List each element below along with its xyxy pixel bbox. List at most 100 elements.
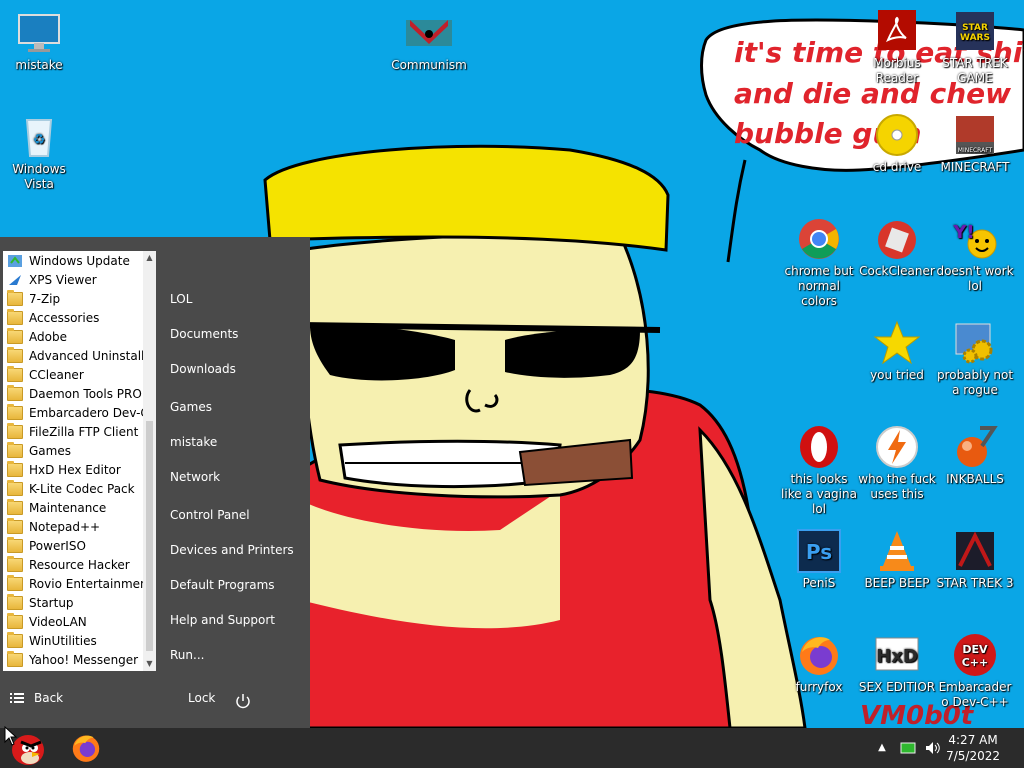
ccleaner-icon bbox=[874, 216, 920, 262]
desktop-icon-morbius-reader[interactable]: Morbius Reader bbox=[858, 8, 936, 86]
desktop-icon-label: who the fuck uses this bbox=[858, 472, 936, 501]
program-item[interactable]: CCleaner bbox=[3, 365, 143, 384]
taskbar: ▲ 4:27 AM 7/5/2022 bbox=[0, 728, 1024, 768]
desktop-icon-dev-cpp[interactable]: DEV C++ Embarcadero Dev-C++ bbox=[936, 632, 1014, 710]
folder-icon bbox=[7, 536, 23, 553]
program-item[interactable]: Maintenance bbox=[3, 498, 143, 517]
programs-scrollbar[interactable]: ▲ ▼ bbox=[143, 251, 156, 671]
desktop-icon-communism[interactable]: Communism bbox=[390, 10, 468, 73]
program-item[interactable]: Accessories bbox=[3, 308, 143, 327]
program-item[interactable]: Rovio Entertainment bbox=[3, 574, 143, 593]
desktop-icon-label: CockCleaner bbox=[859, 264, 935, 278]
power-icon[interactable] bbox=[234, 692, 252, 710]
folder-icon bbox=[7, 365, 23, 382]
desktop-icon-chrome[interactable]: chrome but normal colors bbox=[780, 216, 858, 309]
start-link-run[interactable]: Run... bbox=[170, 648, 204, 662]
desktop-icon-label: furryfox bbox=[795, 680, 843, 694]
program-item-label: VideoLAN bbox=[29, 614, 87, 629]
volume-icon[interactable] bbox=[924, 740, 940, 756]
program-item[interactable]: XPS Viewer bbox=[3, 270, 143, 289]
system-clock[interactable]: 4:27 AM 7/5/2022 bbox=[946, 732, 1000, 764]
start-link-downloads[interactable]: Downloads bbox=[170, 362, 236, 376]
svg-text:Y!: Y! bbox=[952, 222, 974, 243]
desktop-icon-label: STAR TREK GAME bbox=[942, 56, 1008, 85]
program-item[interactable]: WinUtilities bbox=[3, 631, 143, 650]
folder-icon bbox=[7, 308, 23, 325]
desktop-icon-probably-not-a-rogue[interactable]: probably not a rogue bbox=[936, 320, 1014, 398]
start-link-lol[interactable]: LOL bbox=[170, 292, 192, 306]
desktop-icon-star-trek-game[interactable]: STAR WARS STAR TREK GAME bbox=[936, 8, 1014, 86]
program-item[interactable]: Advanced Uninstaller bbox=[3, 346, 143, 365]
start-link-help-and-support[interactable]: Help and Support bbox=[170, 613, 275, 627]
folder-icon bbox=[7, 384, 23, 401]
desktop-icon-inkballs[interactable]: INKBALLS bbox=[936, 424, 1014, 487]
program-item[interactable]: FileZilla FTP Client bbox=[3, 422, 143, 441]
program-items: Windows Update XPS Viewer 7-Zip Accessories… bbox=[3, 251, 143, 671]
start-link-mistake[interactable]: mistake bbox=[170, 435, 217, 449]
desktop-icon-doesnt-work[interactable]: Y! doesn't work lol bbox=[936, 216, 1014, 294]
star-wars-game-icon: STAR WARS bbox=[952, 8, 998, 54]
folder-icon bbox=[7, 403, 23, 420]
desktop-icon-penis[interactable]: Ps PeniS bbox=[780, 528, 858, 591]
program-item-label: K-Lite Codec Pack bbox=[29, 481, 135, 496]
desktop-icon-cockcleaner[interactable]: CockCleaner bbox=[858, 216, 936, 279]
program-item[interactable]: VideoLAN bbox=[3, 612, 143, 631]
clock-date: 7/5/2022 bbox=[946, 749, 1000, 763]
folder-icon bbox=[7, 289, 23, 306]
desktop-icon-avast[interactable]: who the fuck uses this bbox=[858, 424, 936, 502]
start-link-control-panel[interactable]: Control Panel bbox=[170, 508, 250, 522]
program-item[interactable]: Startup bbox=[3, 593, 143, 612]
svg-text:C++: C++ bbox=[962, 656, 989, 669]
firefox-icon bbox=[796, 632, 842, 678]
desktop-icon-star-trek-3[interactable]: STAR TREK 3 bbox=[936, 528, 1014, 591]
program-item-label: PowerISO bbox=[29, 538, 86, 553]
program-item[interactable]: HxD Hex Editor bbox=[3, 460, 143, 479]
start-link-documents[interactable]: Documents bbox=[170, 327, 238, 341]
scroll-up-arrow-icon[interactable]: ▲ bbox=[143, 251, 156, 265]
program-item[interactable]: Resource Hacker bbox=[3, 555, 143, 574]
windows-update-icon bbox=[7, 254, 23, 268]
firefox-icon[interactable] bbox=[70, 732, 102, 764]
program-item[interactable]: Yahoo! Messenger bbox=[3, 650, 143, 669]
desktop-icon-opera[interactable]: this looks like a vagina lol bbox=[780, 424, 858, 517]
start-link-devices-and-printers[interactable]: Devices and Printers bbox=[170, 543, 294, 557]
start-link-default-programs[interactable]: Default Programs bbox=[170, 578, 275, 592]
program-item[interactable]: Adobe bbox=[3, 327, 143, 346]
program-item[interactable]: Windows Update bbox=[3, 251, 143, 270]
scrollbar-thumb[interactable] bbox=[146, 421, 153, 651]
desktop-icon-beep-beep[interactable]: BEEP BEEP bbox=[858, 528, 936, 591]
network-icon[interactable] bbox=[900, 740, 916, 756]
program-item[interactable]: Notepad++ bbox=[3, 517, 143, 536]
folder-icon bbox=[7, 555, 23, 572]
star-icon bbox=[874, 320, 920, 366]
xps-viewer-icon bbox=[7, 273, 23, 287]
desktop-icon-label: SEX EDITIOR bbox=[858, 680, 936, 694]
desktop-icon-mistake[interactable]: mistake bbox=[0, 10, 78, 73]
folder-icon bbox=[7, 346, 23, 363]
desktop-icon-minecraft[interactable]: MINECRAFT MINECRAFT bbox=[936, 112, 1014, 175]
desktop-icon-sex-editior[interactable]: HxD SEX EDITIOR bbox=[858, 632, 936, 695]
desktop-icon-label: Morbius Reader bbox=[873, 56, 921, 85]
desktop-icon-windows-vista[interactable]: ♻ Windows Vista bbox=[0, 114, 78, 192]
program-item-label: WinUtilities bbox=[29, 633, 97, 648]
program-item[interactable]: PowerISO bbox=[3, 536, 143, 555]
program-item[interactable]: Embarcadero Dev-C+ bbox=[3, 403, 143, 422]
start-link-games[interactable]: Games bbox=[170, 400, 212, 414]
program-item[interactable]: 7-Zip bbox=[3, 289, 143, 308]
program-item[interactable]: Games bbox=[3, 441, 143, 460]
start-link-network[interactable]: Network bbox=[170, 470, 220, 484]
desktop-icon-label: you tried bbox=[870, 368, 924, 382]
program-item[interactable]: K-Lite Codec Pack bbox=[3, 479, 143, 498]
lock-button[interactable]: Lock bbox=[188, 691, 215, 705]
program-item[interactable]: Daemon Tools PRO bbox=[3, 384, 143, 403]
desktop-icon-label: chrome but normal colors bbox=[784, 264, 854, 308]
desktop-icon-furryfox[interactable]: furryfox bbox=[780, 632, 858, 695]
folder-icon bbox=[7, 460, 23, 477]
desktop-icon-cd-drive[interactable]: cd drive bbox=[858, 112, 936, 175]
show-hidden-icons-chevron-icon[interactable]: ▲ bbox=[874, 740, 890, 756]
scroll-down-arrow-icon[interactable]: ▼ bbox=[143, 657, 156, 671]
desktop-icon-label: this looks like a vagina lol bbox=[781, 472, 857, 516]
back-button[interactable]: Back bbox=[10, 691, 63, 705]
desktop-icon-you-tried[interactable]: you tried bbox=[858, 320, 936, 383]
desktop-icon-label: mistake bbox=[15, 58, 63, 72]
